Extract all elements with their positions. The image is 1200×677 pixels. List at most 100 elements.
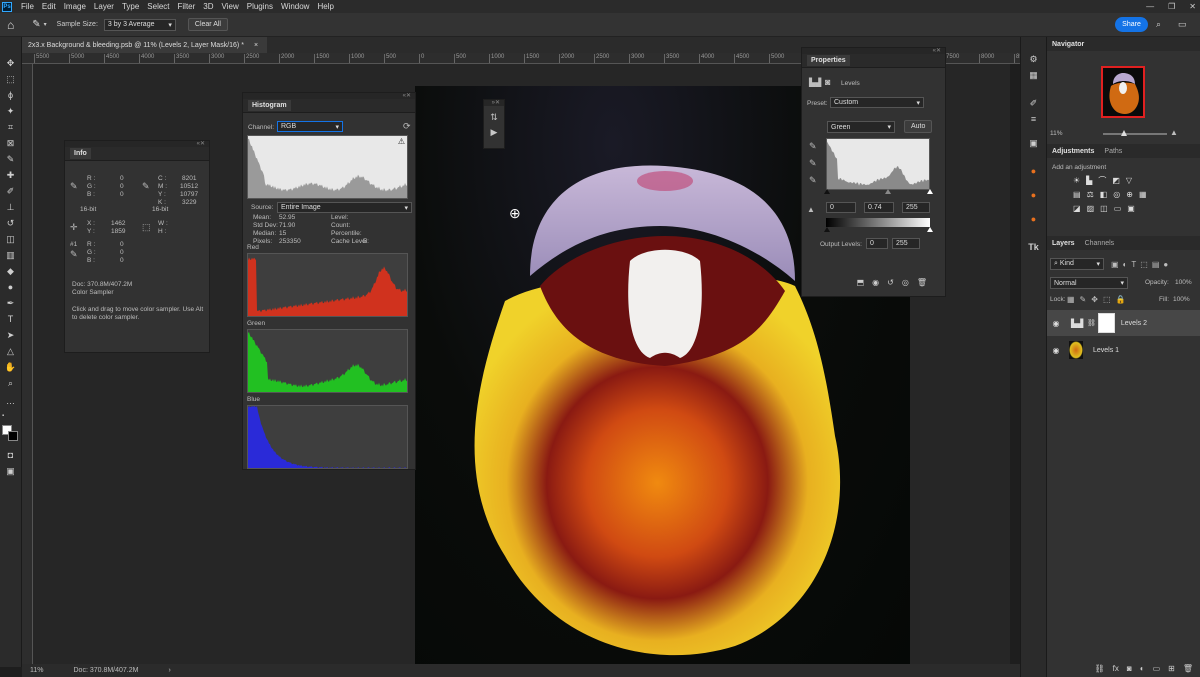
menu-help[interactable]: Help xyxy=(313,2,337,11)
vibrance-icon[interactable]: ▽ xyxy=(1126,176,1138,185)
input-white-slider[interactable] xyxy=(927,189,933,194)
menu-view[interactable]: View xyxy=(218,2,243,11)
white-point-eyedropper-icon[interactable]: ✎ xyxy=(809,175,817,186)
screen-mode-icon[interactable]: ▣ xyxy=(4,465,17,477)
zoom-tool-icon[interactable]: ⌕ xyxy=(4,377,17,389)
threshold-icon[interactable]: ◫ xyxy=(1100,204,1114,213)
plugin-1-icon[interactable]: ● xyxy=(1027,165,1040,177)
mixer-icon[interactable]: ⊕ xyxy=(1126,190,1139,199)
document-tab[interactable]: 2x3.x Background & bleeding.psb @ 11% (L… xyxy=(22,37,267,53)
posterize-icon[interactable]: ▨ xyxy=(1087,204,1101,213)
layer-row-levels-2[interactable]: ◉ ▙▟ ⛓ Levels 2 xyxy=(1047,310,1200,336)
new-layer-icon[interactable]: ⊞ xyxy=(1168,664,1175,673)
tk-plugin-icon[interactable]: Tk xyxy=(1027,241,1040,253)
layer-filter-kind[interactable]: ⌕ Kind ▾ xyxy=(1050,258,1104,270)
eye-icon[interactable]: ◉ xyxy=(1047,319,1065,328)
color-sampler-crosshair-icon[interactable]: ⊕ xyxy=(509,205,521,222)
warning-icon[interactable]: ⚠ xyxy=(398,137,405,146)
clear-all-button[interactable]: Clear All xyxy=(187,18,228,31)
quick-mask-icon[interactable]: ◘ xyxy=(4,449,17,461)
home-icon[interactable]: ⌂ xyxy=(7,18,14,32)
eyedropper-tool-icon[interactable]: ✎ xyxy=(32,19,40,30)
layer-name[interactable]: Levels 1 xyxy=(1093,347,1119,354)
brush-tool-icon[interactable]: ✐ xyxy=(4,185,17,197)
move-tool-icon[interactable]: ✥ xyxy=(4,57,17,69)
selective-color-icon[interactable]: ▣ xyxy=(1127,204,1141,213)
history-brush-tool-icon[interactable]: ↺ xyxy=(4,217,17,229)
navigator-zoom-handle[interactable] xyxy=(1121,130,1127,136)
mask-icon[interactable]: ◙ xyxy=(825,77,830,87)
learn-icon[interactable]: ⚙ xyxy=(1027,53,1040,65)
fx-icon[interactable]: fx xyxy=(1113,664,1119,673)
gradient-map-icon[interactable]: ▭ xyxy=(1114,204,1128,213)
exposure-icon[interactable]: ◩ xyxy=(1112,176,1126,185)
plugin-3-icon[interactable]: ● xyxy=(1027,213,1040,225)
trash-icon[interactable]: 🗑 xyxy=(917,278,927,294)
share-button[interactable]: Share xyxy=(1115,17,1148,32)
libraries-icon[interactable]: ▦ xyxy=(1027,69,1040,81)
photoshop-logo-icon[interactable]: Ps xyxy=(2,1,12,12)
visibility-icon[interactable]: ◎ xyxy=(902,278,909,294)
input-gamma-field[interactable]: 0.74 xyxy=(864,202,894,213)
adjustments-dock-icon[interactable]: ≡ xyxy=(1027,113,1040,125)
clip-to-layer-icon[interactable]: ⬒ xyxy=(857,278,865,294)
gray-point-eyedropper-icon[interactable]: ✎ xyxy=(809,158,817,169)
default-colors-icon[interactable]: ▪ xyxy=(2,413,4,419)
shape-tool-icon[interactable]: △ xyxy=(4,345,17,357)
filter-icons[interactable]: ▣◐T⬚▤● xyxy=(1111,260,1172,269)
link-layers-icon[interactable]: ⛓ xyxy=(1095,664,1105,673)
close-icon[interactable]: × xyxy=(254,42,258,49)
chain-icon[interactable]: ⛓ xyxy=(1087,319,1096,327)
navigator-thumbnail[interactable] xyxy=(1101,66,1145,118)
add-mask-icon[interactable]: ◙ xyxy=(1127,664,1132,673)
channels-tab[interactable]: Channels xyxy=(1080,240,1120,247)
layer-mask-thumbnail[interactable] xyxy=(1097,313,1115,333)
bw-icon[interactable]: ◧ xyxy=(1100,190,1114,199)
refresh-icon[interactable]: ⟳ xyxy=(403,121,411,132)
menu-layer[interactable]: Layer xyxy=(90,2,118,11)
menu-filter[interactable]: Filter xyxy=(174,2,200,11)
workspace-icon[interactable]: ▭ xyxy=(1178,19,1187,30)
path-selection-tool-icon[interactable]: ➤ xyxy=(4,329,17,341)
auto-button[interactable]: Auto xyxy=(904,120,933,133)
eyedropper-tool-icon[interactable]: ✎ xyxy=(4,153,17,165)
menu-3d[interactable]: 3D xyxy=(199,2,217,11)
opacity-value[interactable]: 100% xyxy=(1175,279,1192,286)
invert-icon[interactable]: ◪ xyxy=(1073,204,1087,213)
curves-icon[interactable]: ⌒ xyxy=(1098,176,1112,185)
levels-adj-icon[interactable]: ▙ xyxy=(1086,176,1098,185)
blend-mode-select[interactable]: Normal ▾ xyxy=(1050,277,1128,289)
panel-grip[interactable]: »✕ xyxy=(484,100,504,106)
menu-edit[interactable]: Edit xyxy=(38,2,60,11)
levels-channel-select[interactable]: Green ▾ xyxy=(827,121,895,133)
layers-tab[interactable]: Layers xyxy=(1047,240,1080,247)
search-icon[interactable]: ⌕ xyxy=(1156,19,1161,30)
properties-tab[interactable]: Properties xyxy=(807,55,850,66)
pen-tool-icon[interactable]: ✒ xyxy=(4,297,17,309)
magic-wand-tool-icon[interactable]: ✦ xyxy=(4,105,17,117)
new-adjustment-icon[interactable]: ◐ xyxy=(1140,664,1145,673)
more-tools-icon[interactable]: … xyxy=(4,395,17,407)
brush-settings-icon[interactable]: ✐ xyxy=(1027,97,1040,109)
menu-select[interactable]: Select xyxy=(143,2,173,11)
view-previous-icon[interactable]: ◉ xyxy=(872,278,879,294)
info-tab[interactable]: Info xyxy=(70,148,91,159)
marquee-tool-icon[interactable]: ⬚ xyxy=(4,73,17,85)
black-point-eyedropper-icon[interactable]: ✎ xyxy=(809,141,817,152)
sample-size-select[interactable]: 3 by 3 Average ▾ xyxy=(103,18,176,31)
photo-filter-icon[interactable]: ◎ xyxy=(1113,190,1126,199)
menu-type[interactable]: Type xyxy=(118,2,143,11)
blur-tool-icon[interactable]: ◆ xyxy=(4,265,17,277)
new-group-icon[interactable]: ▭ xyxy=(1153,664,1161,673)
output-black-field[interactable]: 0 xyxy=(866,238,888,249)
adjustments-tab[interactable]: Adjustments xyxy=(1047,148,1099,155)
sampler-icon[interactable]: ⇅ xyxy=(484,112,504,123)
eye-icon[interactable]: ◉ xyxy=(1047,346,1065,355)
restore-button[interactable]: ❐ xyxy=(1168,2,1175,11)
input-black-field[interactable]: 0 xyxy=(826,202,856,213)
frame-tool-icon[interactable]: ⊠ xyxy=(4,137,17,149)
input-black-slider[interactable] xyxy=(824,189,830,194)
zoom-in-icon[interactable]: ▲ xyxy=(1170,128,1178,137)
minimize-button[interactable]: — xyxy=(1146,2,1154,11)
background-color-swatch[interactable] xyxy=(8,431,18,441)
